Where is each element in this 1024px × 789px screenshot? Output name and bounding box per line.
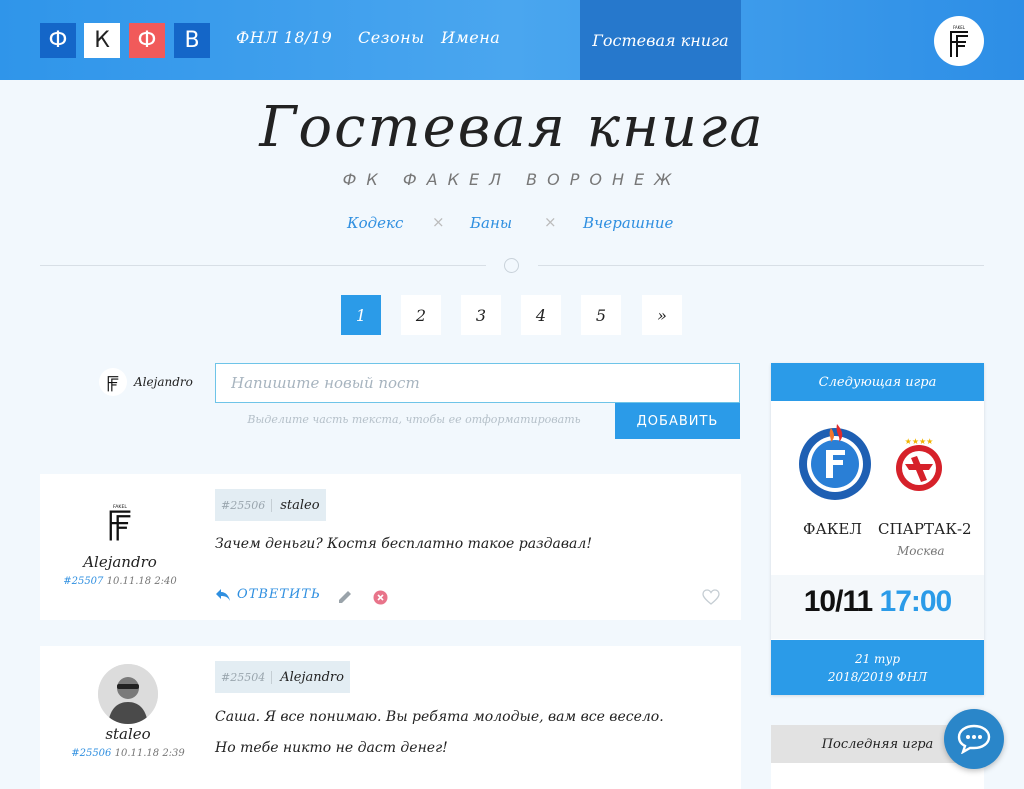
next-game-season: 2018/2019 ФНЛ (827, 670, 928, 684)
reply-arrow-icon (216, 588, 230, 601)
link-yesterday[interactable]: Вчерашние (583, 214, 673, 232)
fakel-logo-icon: FAKEL (109, 504, 131, 541)
away-team-city: Москва (897, 544, 945, 558)
fakel-logo-icon (107, 376, 119, 392)
chat-button[interactable] (944, 709, 1004, 769)
logo-letter-4[interactable]: В (174, 23, 210, 58)
user-avatar[interactable]: FAKEL (934, 16, 984, 66)
next-page-button[interactable]: » (642, 295, 682, 335)
home-team-name: ФАКЕЛ (803, 520, 862, 538)
new-post-input[interactable] (215, 363, 740, 403)
top-bar: Ф К Ф В ФНЛ 18/19 Сезоны Имена Гостевая … (0, 0, 1024, 80)
next-game-footer: 21 тур 2018/2019 ФНЛ (771, 640, 984, 695)
post-text: Но тебе никто не даст денег! (215, 740, 448, 756)
reply-reference[interactable]: #25506 staleo (215, 489, 326, 521)
page-2-button[interactable]: 2 (401, 295, 441, 335)
logo-letter-1[interactable]: Ф (40, 23, 76, 58)
post-number[interactable]: #25506 (71, 748, 111, 759)
nav-guestbook[interactable]: Гостевая книга (580, 0, 741, 80)
svg-text:FAKEL: FAKEL (953, 25, 966, 30)
link-bans[interactable]: Баны (470, 214, 512, 232)
composer-avatar (99, 368, 127, 396)
like-button[interactable] (701, 587, 721, 607)
post-date: 10.11.18 2:40 (106, 576, 177, 587)
close-circle-icon (373, 590, 387, 604)
logo-letter-3[interactable]: Ф (129, 23, 165, 58)
format-hint: Выделите часть текста, чтобы ее отформат… (247, 413, 581, 426)
divider-right (538, 265, 984, 266)
link-separator: × (544, 213, 557, 231)
reply-ref-name: staleo (280, 497, 320, 513)
away-team-name: СПАРТАК-2 (878, 520, 972, 538)
link-code[interactable]: Кодекс (347, 214, 403, 232)
post-meta: #25506 10.11.18 2:39 (58, 748, 198, 759)
nav-seasons[interactable]: Сезоны (358, 28, 425, 47)
next-game-title: Следующая игра (771, 363, 984, 401)
reply-ref-number: #25504 (221, 670, 273, 684)
page-5-button[interactable]: 5 (581, 295, 621, 335)
post-text: Зачем деньги? Костя бесплатно такое разд… (215, 536, 592, 552)
post-card: FAKEL Alejandro #25507 10.11.18 2:40 #25… (40, 474, 741, 620)
fakel-club-logo-icon (799, 424, 871, 500)
next-game-time: 17:00 (879, 585, 953, 618)
next-game-date: 10/11 (803, 585, 873, 618)
svg-text:★★★★: ★★★★ (905, 437, 934, 446)
reply-ref-name: Alejandro (280, 669, 344, 685)
post-meta: #25507 10.11.18 2:40 (50, 576, 190, 587)
nav-fnl[interactable]: ФНЛ 18/19 (236, 28, 332, 47)
chat-bubble-icon (957, 724, 991, 754)
fakel-logo-icon: FAKEL (950, 25, 968, 57)
add-post-button[interactable]: ДОБАВИТЬ (615, 403, 740, 439)
reply-button[interactable]: ОТВЕТИТЬ (215, 587, 321, 602)
page-1-button[interactable]: 1 (341, 295, 381, 335)
nav-guestbook-label: Гостевая книга (592, 30, 729, 50)
page-subtitle: ФК ФАКЕЛ ВОРОНЕЖ (342, 170, 682, 189)
composer-username: Alejandro (134, 375, 193, 389)
post-author-name[interactable]: staleo (58, 725, 198, 743)
post-date: 10.11.18 2:39 (114, 748, 185, 759)
post-number[interactable]: #25507 (63, 576, 103, 587)
divider-circle (504, 258, 519, 273)
post-author-avatar[interactable] (98, 664, 158, 724)
heart-icon (702, 589, 720, 605)
post-author-name[interactable]: Alejandro (50, 553, 190, 571)
next-game-widget: Следующая игра ★★★★ ФАКЕЛ СПАРТАК-2 Моск… (771, 363, 984, 695)
svg-text:FAKEL: FAKEL (113, 504, 127, 510)
post-text: Саша. Я все понимаю. Вы ребята молодые, … (215, 709, 664, 725)
reply-button-label: ОТВЕТИТЬ (237, 587, 321, 602)
link-separator: × (432, 213, 445, 231)
edit-button[interactable] (336, 588, 354, 606)
page-4-button[interactable]: 4 (521, 295, 561, 335)
nav-names[interactable]: Имена (441, 28, 500, 47)
page-title: Гостевая книга (259, 95, 765, 160)
page-3-button[interactable]: 3 (461, 295, 501, 335)
delete-button[interactable] (371, 588, 389, 606)
reply-reference[interactable]: #25504 Alejandro (215, 661, 350, 693)
pencil-icon (339, 591, 351, 603)
next-game-datetime: 10/11 17:00 (771, 585, 984, 619)
post-card: staleo #25506 10.11.18 2:39 #25504 Aleja… (40, 646, 741, 789)
reply-ref-number: #25506 (221, 498, 273, 512)
logo-letter-2[interactable]: К (84, 23, 120, 58)
next-game-round: 21 тур (854, 652, 901, 666)
spartak-logo-icon: ★★★★ (896, 437, 942, 491)
divider-left (40, 265, 486, 266)
user-photo-icon (98, 664, 158, 724)
post-author-avatar[interactable]: FAKEL (90, 492, 150, 552)
